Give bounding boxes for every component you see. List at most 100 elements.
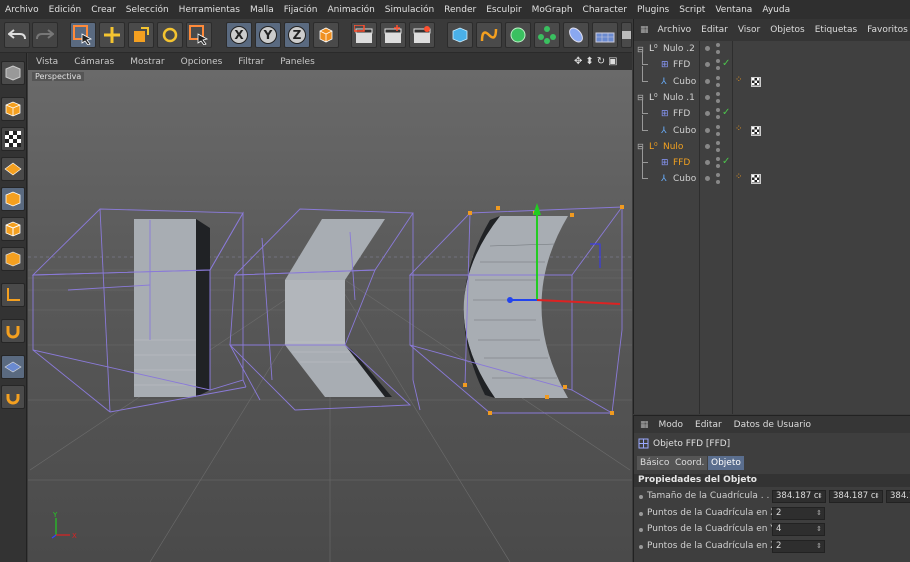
property-value-field[interactable]: 384.187 cı ⇕ xyxy=(772,490,826,503)
visibility-dot-render[interactable] xyxy=(716,82,720,87)
object-name[interactable]: Cubo xyxy=(673,77,696,87)
lock-z-button[interactable]: Z xyxy=(284,22,310,48)
texture-mode-button[interactable] xyxy=(1,127,25,151)
object-menu-0[interactable]: Archivo xyxy=(653,25,697,35)
visibility-dot-editor[interactable] xyxy=(716,108,720,113)
object-menu-1[interactable]: Editar xyxy=(696,25,733,35)
menu-4[interactable]: Herramientas xyxy=(174,5,245,15)
object-row[interactable]: ⅄ Cubo ⁘ xyxy=(634,114,910,139)
menu-6[interactable]: Fijación xyxy=(279,5,323,15)
visibility-dot-render[interactable] xyxy=(716,131,720,136)
axis-mode-button[interactable] xyxy=(1,283,25,307)
object-menu-3[interactable]: Objetos xyxy=(765,25,810,35)
menu-8[interactable]: Simulación xyxy=(380,5,439,15)
object-name[interactable]: Cubo xyxy=(673,174,696,184)
object-row[interactable]: ⅄ Cubo ⁘ xyxy=(634,163,910,187)
magnet-button[interactable] xyxy=(1,319,25,343)
visibility-dot[interactable] xyxy=(705,94,710,100)
object-name[interactable]: Nulo .2 xyxy=(663,44,695,54)
coordinate-system-button[interactable] xyxy=(313,22,339,48)
menu-15[interactable]: Ventana xyxy=(710,5,757,15)
menu-2[interactable]: Crear xyxy=(86,5,121,15)
object-name[interactable]: Nulo .1 xyxy=(663,93,695,103)
object-menu-5[interactable]: Favoritos xyxy=(862,25,910,35)
visibility-dot-render[interactable] xyxy=(716,147,720,152)
perspective-viewport[interactable]: Y X xyxy=(28,70,632,562)
object-row[interactable]: ⊞ FFD ✓ xyxy=(634,147,910,171)
add-deformer-button[interactable] xyxy=(563,22,589,48)
add-cube-button[interactable] xyxy=(447,22,473,48)
object-name[interactable]: FFD xyxy=(673,60,690,70)
phong-tag-icon[interactable]: ⁘ xyxy=(735,124,743,134)
viewport-menu-2[interactable]: Mostrar xyxy=(122,57,172,67)
visibility-dot-editor[interactable] xyxy=(716,157,720,162)
visibility-dot[interactable] xyxy=(705,111,710,117)
zoom-view-icon[interactable]: ⬍ xyxy=(585,56,593,67)
attribute-menu-2[interactable]: Datos de Usuario xyxy=(728,420,817,430)
visibility-dot[interactable] xyxy=(705,127,710,133)
spinner-icon[interactable]: ⇕ xyxy=(817,491,823,502)
object-row[interactable]: ⊟ L⁰ Nulo .2 xyxy=(634,41,910,57)
visibility-dot[interactable] xyxy=(705,62,710,68)
tab-2[interactable]: Objeto xyxy=(708,456,744,470)
lock-x-button[interactable]: X xyxy=(226,22,252,48)
menu-13[interactable]: Plugins xyxy=(632,5,674,15)
spinner-icon[interactable]: ⇕ xyxy=(874,491,880,502)
menu-0[interactable]: Archivo xyxy=(0,5,44,15)
visibility-dot-render[interactable] xyxy=(716,98,720,103)
workplane-lock-button[interactable] xyxy=(1,385,25,409)
menu-3[interactable]: Selección xyxy=(121,5,174,15)
visibility-dot[interactable] xyxy=(705,176,710,182)
snap-button[interactable] xyxy=(1,355,25,379)
render-picture-viewer-button[interactable] xyxy=(380,22,406,48)
object-row[interactable]: ⊞ FFD ✓ xyxy=(634,49,910,73)
add-generator-button[interactable] xyxy=(505,22,531,48)
model-mode-button[interactable] xyxy=(1,97,25,121)
viewport-menu-5[interactable]: Paneles xyxy=(272,57,323,67)
add-camera-button[interactable] xyxy=(621,22,632,48)
tab-0[interactable]: Básico xyxy=(637,456,673,470)
texture-tag-icon[interactable] xyxy=(751,125,761,136)
object-row[interactable]: ⊟ L⁰ Nulo .1 xyxy=(634,90,910,106)
object-row[interactable]: ⊟ L⁰ Nulo xyxy=(634,139,910,155)
visibility-dot-editor[interactable] xyxy=(716,124,720,129)
visibility-dot-render[interactable] xyxy=(716,115,720,120)
toggle-view-icon[interactable]: ▣ xyxy=(608,56,617,67)
menu-12[interactable]: Character xyxy=(578,5,632,15)
viewport-scene[interactable]: Y X xyxy=(28,70,632,562)
visibility-dot-render[interactable] xyxy=(716,66,720,71)
property-value-field[interactable]: 384.187 cı ⇕ xyxy=(829,490,883,503)
menu-7[interactable]: Animación xyxy=(322,5,379,15)
property-value-field[interactable]: 384.1 xyxy=(886,490,910,503)
add-mograph-button[interactable] xyxy=(534,22,560,48)
spinner-icon[interactable]: ⇕ xyxy=(816,524,822,535)
spinner-icon[interactable]: ⇕ xyxy=(816,508,822,519)
object-menu-2[interactable]: Visor xyxy=(733,25,765,35)
edges-mode-button[interactable] xyxy=(1,217,25,241)
render-view-button[interactable] xyxy=(351,22,377,48)
workplane-mode-button[interactable] xyxy=(1,157,25,181)
visibility-dot[interactable] xyxy=(705,160,710,166)
menu-1[interactable]: Edición xyxy=(44,5,87,15)
tab-1[interactable]: Coord. xyxy=(672,456,708,470)
visibility-dot-render[interactable] xyxy=(716,164,720,169)
object-name[interactable]: FFD xyxy=(673,158,690,168)
object-name[interactable]: Cubo xyxy=(673,126,696,136)
viewport-menu-0[interactable]: Vista xyxy=(28,57,66,67)
visibility-dot-editor[interactable] xyxy=(716,75,720,80)
visibility-dot-editor[interactable] xyxy=(716,43,720,47)
points-mode-button[interactable] xyxy=(1,187,25,211)
menu-5[interactable]: Malla xyxy=(245,5,279,15)
enabled-check-icon[interactable]: ✓ xyxy=(722,156,730,167)
property-value-field[interactable]: 2 ⇕ xyxy=(772,540,825,554)
texture-tag-icon[interactable] xyxy=(751,76,761,87)
object-name[interactable]: FFD xyxy=(673,109,690,119)
object-menu-4[interactable]: Etiquetas xyxy=(810,25,862,35)
property-value-field[interactable]: 4 ⇕ xyxy=(772,523,825,537)
phong-tag-icon[interactable]: ⁘ xyxy=(735,172,743,182)
property-value-field[interactable]: 2 ⇕ xyxy=(772,506,825,520)
make-editable-button[interactable] xyxy=(1,61,25,85)
menu-16[interactable]: Ayuda xyxy=(757,5,795,15)
redo-button[interactable] xyxy=(32,22,58,48)
viewport-menu-3[interactable]: Opciones xyxy=(173,57,231,67)
